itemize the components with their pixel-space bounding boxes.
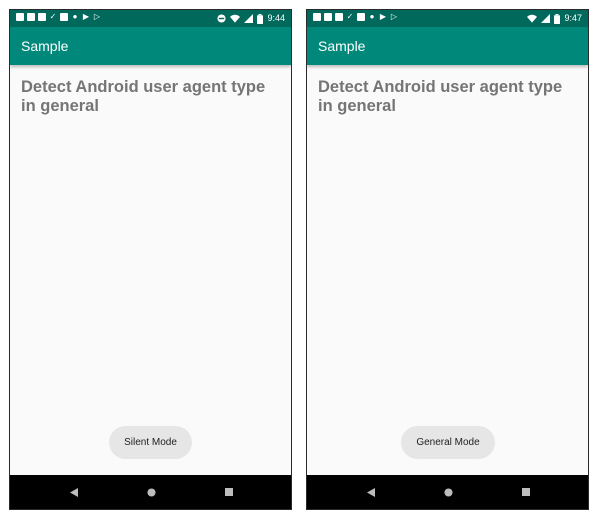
wifi-icon [230,14,241,23]
status-system-icons: 9:44 [217,12,285,25]
circle-icon: ● [369,12,375,21]
calendar-icon [60,13,68,21]
circle-icon: ● [72,12,78,21]
app-bar: Sample [307,27,588,65]
status-time: 9:47 [564,13,582,23]
download-done-icon: ✓ [346,12,354,21]
youtube-icon [324,13,332,21]
status-system-icons: 9:47 [527,12,582,25]
navigation-bar [307,475,588,509]
cell-signal-icon [541,14,551,23]
recents-icon[interactable] [518,484,534,500]
phone-screen-1: ✓ ● ▶ ▷ 9:44 Sample Detect Android user … [9,9,292,510]
back-icon[interactable] [363,484,379,500]
battery-icon [554,13,561,24]
app-title: Sample [318,38,366,54]
status-notifications: ✓ ● ▶ ▷ [313,13,398,21]
notification-icon [16,13,24,21]
signal-play-icon: ▶ [379,12,387,21]
do-not-disturb-icon [217,14,227,23]
app-bar: Sample [10,27,291,65]
play-store-icon: ▷ [93,12,101,21]
status-time: 9:44 [267,13,285,23]
signal-play-icon: ▶ [82,12,90,21]
download-done-icon: ✓ [49,12,57,21]
back-icon[interactable] [66,484,82,500]
notification-icon [313,13,321,21]
status-notifications: ✓ ● ▶ ▷ [16,13,101,21]
youtube-icon [38,13,46,21]
main-text: Detect Android user agent type in genera… [318,78,563,115]
toast-message: Silent Mode [109,426,192,459]
recents-icon[interactable] [221,484,237,500]
status-bar: ✓ ● ▶ ▷ 9:47 [307,10,588,27]
wifi-icon [527,14,538,23]
youtube-icon [335,13,343,21]
phone-screen-2: ✓ ● ▶ ▷ 9:47 Sample Detect Android user … [306,9,589,510]
battery-icon [257,13,264,24]
calendar-icon [357,13,365,21]
navigation-bar [10,475,291,509]
play-store-icon: ▷ [390,12,398,21]
status-bar: ✓ ● ▶ ▷ 9:44 [10,10,291,27]
home-icon[interactable] [143,484,159,500]
main-text: Detect Android user agent type in genera… [21,78,266,115]
toast-message: General Mode [401,426,495,459]
cell-signal-icon [244,14,254,23]
home-icon[interactable] [440,484,456,500]
app-title: Sample [21,38,69,54]
youtube-icon [27,13,35,21]
